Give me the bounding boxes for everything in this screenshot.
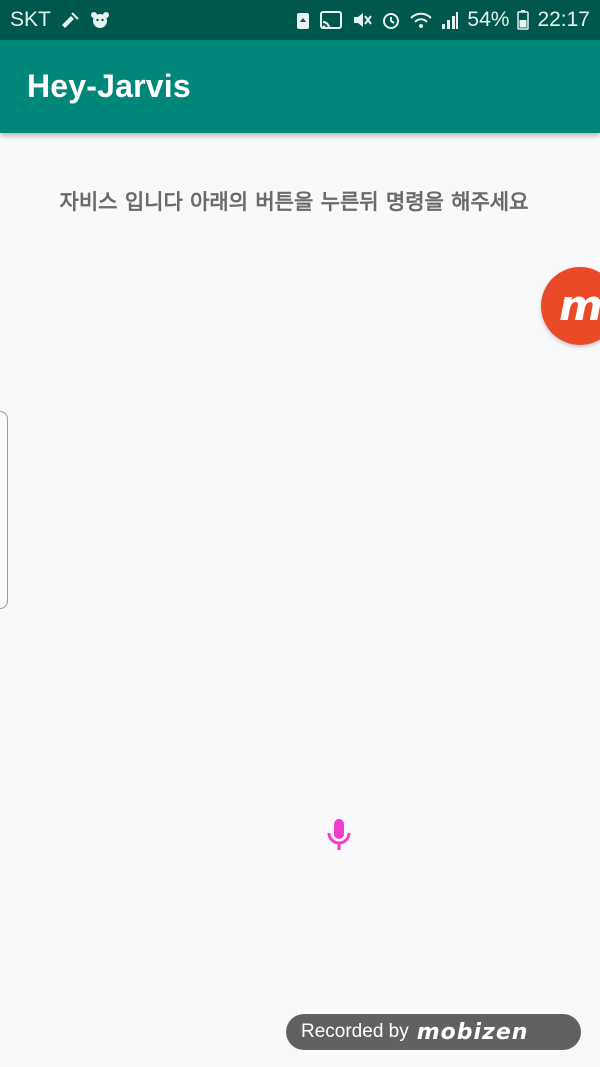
mobizen-logo-icon: m [559,281,600,330]
instruction-text: 자비스 입니다 아래의 버튼을 누른뒤 명령을 해주세요 [59,190,529,214]
mobizen-floating-button[interactable]: m [541,267,600,345]
battery-icon [517,10,530,30]
recorder-label: Recorded by [301,1021,409,1042]
mic-button[interactable] [322,815,356,855]
recorder-watermark: Recorded by mobizen [286,1014,581,1050]
bear-icon [89,10,111,30]
mute-icon [351,10,373,30]
clock: 22:17 [537,8,590,31]
wifi-icon [409,10,433,30]
cast-icon [319,10,343,30]
edge-panel-handle[interactable] [0,411,8,609]
status-bar: SKT 54% 22:17 [0,0,600,40]
signal-icon [441,10,459,30]
carrier-label: SKT [10,8,51,31]
page-title: Hey-Jarvis [27,68,191,104]
recycle-icon [295,10,311,30]
microphone-icon [327,819,351,850]
app-bar: Hey-Jarvis [0,40,600,133]
battery-percent: 54% [467,8,510,31]
flashlight-icon [59,10,81,30]
recorder-brand: mobizen [416,1019,529,1045]
alarm-icon [381,10,401,30]
